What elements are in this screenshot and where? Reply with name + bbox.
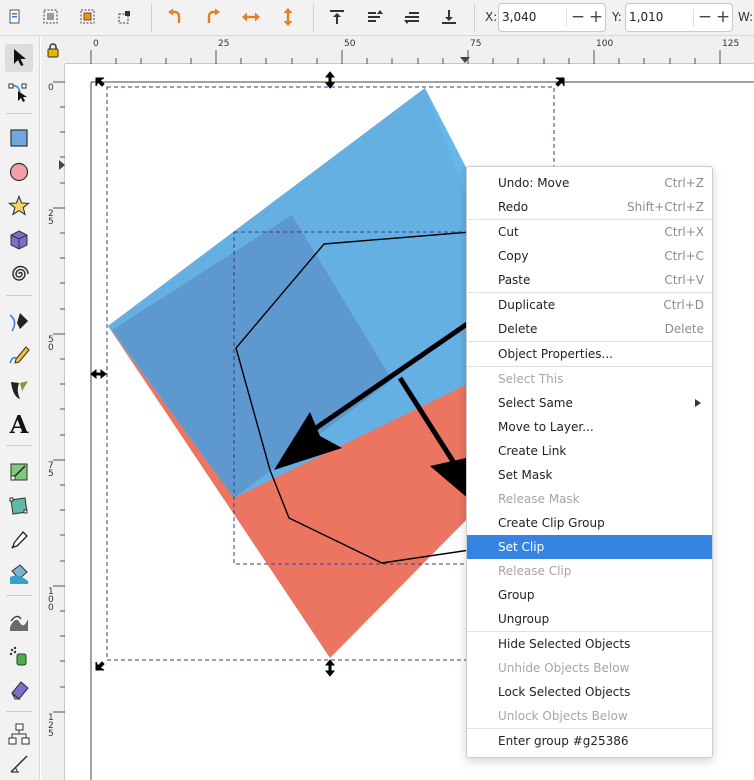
menu-item-lock-selected-objects[interactable]: Lock Selected Objects <box>467 680 712 704</box>
ruler-top-label: 50 <box>344 39 356 49</box>
menu-item-set-mask[interactable]: Set Mask <box>467 463 712 487</box>
rotate-cw-icon[interactable] <box>200 4 226 30</box>
ruler-top-label: 100 <box>596 39 614 49</box>
dropper-tool[interactable] <box>5 526 33 554</box>
toolbox: A <box>0 36 40 780</box>
ruler-left-label: 75 <box>48 461 54 479</box>
w-label: W: <box>738 10 754 24</box>
node-tool[interactable] <box>5 78 33 106</box>
x-increment-button[interactable]: + <box>587 7 605 29</box>
menu-item-paste[interactable]: Paste Ctrl+V <box>467 268 712 292</box>
x-input[interactable] <box>502 10 562 24</box>
tweak-tool[interactable] <box>5 608 33 636</box>
x-spinbox: − + <box>498 3 606 32</box>
y-decrement-button[interactable]: − <box>696 7 714 29</box>
menu-item-select-this: Select This <box>498 372 564 386</box>
menu-item-unhide-objects-below: Unhide Objects Below <box>498 661 630 675</box>
menu-item-move-to-layer[interactable]: Move to Layer... <box>467 415 712 439</box>
rotate-ccw-icon[interactable] <box>162 4 188 30</box>
mesh-tool[interactable] <box>5 492 33 520</box>
y-increment-button[interactable]: + <box>714 7 732 29</box>
ruler-left-label: 25 <box>48 209 54 227</box>
raise-icon[interactable] <box>362 4 388 30</box>
menu-item-release-mask: Release Mask <box>498 492 580 506</box>
select-all-icon[interactable] <box>2 4 28 30</box>
ruler-top-label: 125 <box>722 39 740 49</box>
menu-item-set-clip[interactable]: Set Clip <box>467 535 712 559</box>
spray-tool[interactable] <box>5 642 33 670</box>
touch-select-icon[interactable] <box>112 4 138 30</box>
menu-item-unlock-objects-below: Unlock Objects Below <box>498 709 628 723</box>
pen-tool[interactable] <box>5 308 33 336</box>
horizontal-ruler: 0 25 50 75 100 125 <box>65 36 754 64</box>
menu-item-cut[interactable]: Cut Ctrl+X <box>467 220 712 244</box>
submenu-arrow-icon <box>695 399 701 407</box>
vertical-ruler: 0 25 50 75 100 125 <box>41 64 65 780</box>
spiral-tool[interactable] <box>5 260 33 288</box>
lower-icon[interactable] <box>399 4 425 30</box>
ruler-top-label: 75 <box>470 39 482 49</box>
paint-bucket-tool[interactable] <box>5 560 33 588</box>
menu-item-select-same[interactable]: Select Same <box>467 391 712 415</box>
raise-to-top-icon[interactable] <box>324 4 350 30</box>
y-spinbox: − + <box>625 3 733 32</box>
eraser-tool[interactable] <box>5 676 33 704</box>
guide-lock-icon[interactable] <box>41 36 65 64</box>
menu-item-enter-group[interactable]: Enter group #g25386 <box>467 729 712 753</box>
ellipse-tool[interactable] <box>5 158 33 186</box>
menu-item-create-link[interactable]: Create Link <box>467 439 712 463</box>
context-menu: Undo: Move Ctrl+Z Redo Shift+Ctrl+Z Cut Ctr… <box>466 166 713 758</box>
ruler-left-label: 0 <box>48 83 54 93</box>
lower-to-bottom-icon[interactable] <box>436 4 462 30</box>
connector-tool[interactable] <box>5 720 33 748</box>
menu-item-delete[interactable]: Delete Delete <box>467 317 712 341</box>
y-input[interactable] <box>629 10 689 24</box>
flip-horizontal-icon[interactable] <box>238 4 264 30</box>
menu-item-create-clip-group[interactable]: Create Clip Group <box>467 511 712 535</box>
gradient-tool[interactable] <box>5 458 33 486</box>
rectangle-tool[interactable] <box>5 124 33 152</box>
menu-item-group[interactable]: Group <box>467 583 712 607</box>
menu-item-undo-move[interactable]: Undo: Move Ctrl+Z <box>467 171 712 195</box>
menu-item-redo[interactable]: Redo Shift+Ctrl+Z <box>467 195 712 219</box>
ruler-left-label: 100 <box>48 587 54 613</box>
text-tool[interactable]: A <box>5 409 33 439</box>
flip-vertical-icon[interactable] <box>275 4 301 30</box>
pencil-tool[interactable] <box>5 342 33 370</box>
ruler-left-label: 125 <box>48 713 54 739</box>
y-label: Y: <box>612 10 622 24</box>
star-tool[interactable] <box>5 192 33 220</box>
menu-item-copy[interactable]: Copy Ctrl+C <box>467 244 712 268</box>
menu-item-duplicate[interactable]: Duplicate Ctrl+D <box>467 293 712 317</box>
box3d-tool[interactable] <box>5 226 33 254</box>
deselect-icon[interactable] <box>75 4 101 30</box>
ruler-left-label: 50 <box>48 335 54 353</box>
calligraphy-tool[interactable] <box>5 376 33 404</box>
menu-item-object-properties[interactable]: Object Properties... <box>467 342 712 366</box>
menu-item-release-clip: Release Clip <box>498 564 572 578</box>
menu-item-ungroup[interactable]: Ungroup <box>467 607 712 631</box>
menu-item-hide-selected-objects[interactable]: Hide Selected Objects <box>467 632 712 656</box>
ruler-top-label: 0 <box>93 39 99 49</box>
x-label: X: <box>485 10 498 24</box>
ruler-top-label: 25 <box>218 39 230 49</box>
measure-tool[interactable] <box>5 750 33 778</box>
x-decrement-button[interactable]: − <box>569 7 587 29</box>
text-tool-glyph: A <box>9 409 29 439</box>
select-all-layers-icon[interactable] <box>38 4 64 30</box>
commands-toolbar: X: − + Y: − + W: <box>0 0 754 36</box>
selector-tool[interactable] <box>5 44 33 72</box>
